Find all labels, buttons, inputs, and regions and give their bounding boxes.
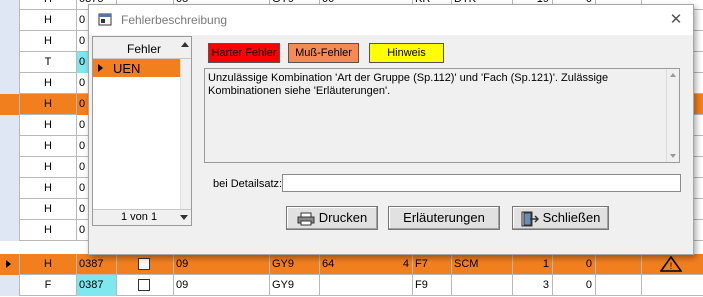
legend-muss-fehler: Muß-Fehler <box>288 43 359 63</box>
window-app-icon <box>98 13 112 26</box>
type-cell[interactable]: F <box>20 275 77 296</box>
data-cell[interactable] <box>452 275 513 296</box>
type-cell[interactable]: H <box>20 178 77 199</box>
row-indicator[interactable] <box>0 52 20 73</box>
type-cell[interactable]: H <box>20 31 77 52</box>
row-indicator[interactable] <box>0 94 20 115</box>
data-cell[interactable]: 64 4 <box>320 254 413 275</box>
fehler-list-header: Fehler <box>93 37 191 59</box>
erlaeuterungen-button[interactable]: Erläuterungen <box>388 206 500 230</box>
data-cell[interactable]: 0 <box>553 275 596 296</box>
description-scrollbar[interactable] <box>666 69 679 162</box>
detailsatz-field[interactable] <box>282 174 681 192</box>
type-cell[interactable]: T <box>20 52 77 73</box>
row-indicator[interactable] <box>0 136 20 157</box>
type-cell[interactable]: H <box>20 115 77 136</box>
row-pointer-icon <box>98 64 103 72</box>
data-cell[interactable] <box>320 275 413 296</box>
row-indicator[interactable] <box>0 178 20 199</box>
row-indicator[interactable] <box>0 115 20 136</box>
dialog-titlebar[interactable]: Fehlerbeschreibung ✕ <box>89 5 693 35</box>
fehler-list-scrollbar[interactable] <box>180 59 191 210</box>
data-cell[interactable] <box>596 254 642 275</box>
data-cell[interactable] <box>642 275 703 296</box>
row-checkbox[interactable] <box>138 279 150 291</box>
schliessen-label: Schließen <box>542 210 601 225</box>
row-checkbox[interactable] <box>138 258 150 270</box>
type-cell[interactable]: H <box>20 199 77 220</box>
row-indicator[interactable] <box>0 275 20 296</box>
row-indicator[interactable] <box>0 31 20 52</box>
error-description-text: Unzulässige Kombination 'Art der Gruppe … <box>208 72 609 97</box>
value-right: 4 <box>402 258 409 270</box>
legend-hinweis: Hinweis <box>369 43 444 63</box>
type-cell[interactable]: H <box>20 73 77 94</box>
schliessen-button[interactable]: Schließen <box>512 206 609 230</box>
data-cell[interactable] <box>596 275 642 296</box>
number-cell[interactable]: 0387 <box>77 254 117 275</box>
scroll-up-arrow-icon[interactable] <box>181 42 189 47</box>
fehler-code: UEN <box>113 61 141 76</box>
data-cell[interactable]: 3 <box>513 275 553 296</box>
table-row[interactable]: H 0387 09 GY9 64 4 F7 SCM 1 0! <box>0 254 703 275</box>
table-row[interactable]: F 0387 09 GY9 F9 3 0 <box>0 275 703 296</box>
scroll-down-arrow-icon[interactable] <box>180 215 188 220</box>
drucken-button[interactable]: Drucken <box>286 206 378 230</box>
detailsatz-label: bei Detailsatz: <box>213 178 283 190</box>
erlaeuterungen-label: Erläuterungen <box>403 210 485 225</box>
scroll-up-arrow-icon[interactable] <box>670 73 676 77</box>
drucken-label: Drucken <box>318 210 368 225</box>
printer-icon <box>297 212 315 226</box>
fehler-list-item[interactable]: UEN <box>93 59 180 77</box>
row-indicator[interactable] <box>0 220 20 241</box>
data-cell[interactable]: F9 <box>413 275 452 296</box>
row-indicator[interactable] <box>0 254 20 275</box>
type-cell[interactable]: H <box>20 94 77 115</box>
number-cell[interactable]: 0387 <box>77 275 117 296</box>
fehler-list-footer: 1 von 1 <box>93 209 191 225</box>
row-indicator[interactable] <box>0 199 20 220</box>
data-cell[interactable]: GY9 <box>270 254 320 275</box>
row-indicator[interactable] <box>0 0 20 10</box>
fehler-column-header: Fehler <box>127 42 162 56</box>
row-indicator[interactable] <box>0 157 20 178</box>
dialog-title: Fehlerbeschreibung <box>121 13 228 27</box>
checkbox-cell[interactable] <box>117 254 174 275</box>
checkbox-cell[interactable] <box>117 275 174 296</box>
data-cell[interactable]: ! <box>642 254 703 275</box>
data-cell[interactable]: 0 <box>553 254 596 275</box>
close-button[interactable]: ✕ <box>663 9 689 31</box>
row-pointer-icon <box>6 260 11 268</box>
data-cell[interactable]: 09 <box>174 275 270 296</box>
row-indicator[interactable] <box>0 73 20 94</box>
fehlerbeschreibung-dialog: Fehlerbeschreibung ✕ Fehler UEN 1 von 1 … <box>88 4 694 255</box>
row-indicator[interactable] <box>0 10 20 31</box>
warning-triangle-icon[interactable]: ! <box>660 256 682 272</box>
fehler-record-count: 1 von 1 <box>121 211 158 223</box>
type-cell[interactable]: H <box>20 220 77 241</box>
type-cell[interactable]: H <box>20 0 77 10</box>
type-cell[interactable]: H <box>20 157 77 178</box>
exit-door-icon <box>521 211 539 227</box>
fehler-list[interactable]: Fehler UEN 1 von 1 <box>92 36 192 226</box>
error-description-box[interactable]: Unzulässige Kombination 'Art der Gruppe … <box>204 68 680 163</box>
svg-text:!: ! <box>670 261 673 271</box>
data-cell[interactable]: SCM <box>452 254 513 275</box>
value-left: 64 <box>322 258 335 270</box>
type-cell[interactable]: H <box>20 136 77 157</box>
legend-harter-fehler: Harter Fehler <box>208 43 280 63</box>
type-cell[interactable]: H <box>20 254 77 275</box>
data-cell[interactable]: F7 <box>413 254 452 275</box>
data-cell[interactable]: GY9 <box>270 275 320 296</box>
data-cell[interactable]: 1 <box>513 254 553 275</box>
scroll-down-arrow-icon[interactable] <box>670 154 676 158</box>
type-cell[interactable]: H <box>20 10 77 31</box>
data-cell[interactable]: 09 <box>174 254 270 275</box>
